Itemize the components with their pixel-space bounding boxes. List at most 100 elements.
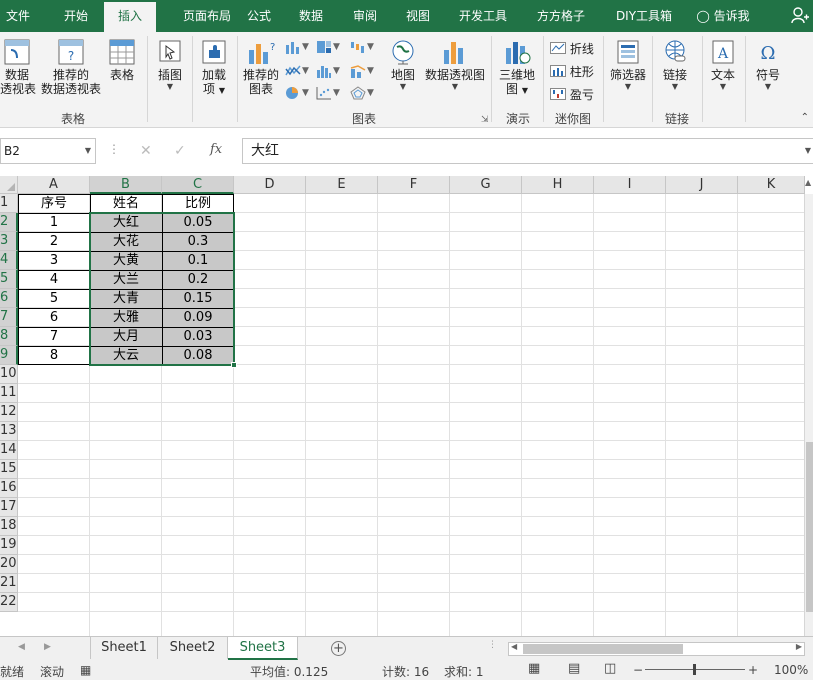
more-options-icon[interactable]: ⋮ [488,640,497,650]
cancel-icon[interactable]: ✕ [140,143,152,159]
tab-review[interactable]: 审阅 [344,0,386,32]
column-header[interactable]: J [666,176,738,194]
scroll-right-icon[interactable]: ▶ [796,642,802,651]
maps-button[interactable]: 地图 ▼ [386,38,420,92]
zoom-out-button[interactable]: − [633,663,643,677]
3d-map-button[interactable]: 三维地 图 ▼ [496,38,538,98]
row-header[interactable]: 11 [0,384,18,403]
page-layout-view-icon[interactable]: ▤ [568,661,580,676]
tell-me-search[interactable]: ◯ 告诉我 [692,0,754,32]
row-header[interactable]: 16 [0,479,18,498]
tab-view[interactable]: 视图 [397,0,439,32]
normal-view-icon[interactable]: ▦ [528,661,540,676]
row-header[interactable]: 8 [0,327,18,346]
row-header[interactable]: 10 [0,365,18,384]
worksheet-grid[interactable]: A B C D E F G H I J K 1 2 3 4 5 6 7 8 9 10 11 12 13 14 15 16 17 18 19… [0,176,813,636]
selection-range[interactable] [89,212,235,366]
sheet-tab-sheet1[interactable]: Sheet1 [90,637,158,659]
vertical-scrollbar[interactable] [804,194,813,636]
add-sheet-button[interactable]: + [331,641,346,656]
collapse-ribbon-icon[interactable]: ⌃ [801,112,809,123]
row-header[interactable]: 1 [0,194,18,213]
dialog-launcher-icon[interactable]: ⇲ [481,115,489,125]
row-header[interactable]: 4 [0,251,18,270]
row-header[interactable]: 13 [0,422,18,441]
row-header[interactable]: 5 [0,270,18,289]
tab-formulas[interactable]: 公式 [238,0,280,32]
chevron-down-icon[interactable]: ▼ [805,139,811,163]
row-header[interactable]: 12 [0,403,18,422]
recommended-charts-button[interactable]: ? 推荐的 图表 [240,38,282,96]
row-header[interactable]: 2 [0,213,18,232]
zoom-in-button[interactable]: + [748,663,758,677]
line-chart-icon[interactable] [285,64,301,78]
pie-chart-icon[interactable] [285,86,301,100]
column-header[interactable]: H [522,176,594,194]
row-header[interactable]: 14 [0,441,18,460]
zoom-level[interactable]: 100% [774,663,808,677]
radar-chart-icon[interactable] [350,86,366,100]
row-header[interactable]: 17 [0,498,18,517]
filters-button[interactable]: 筛选器 ▼ [606,38,650,92]
column-header[interactable]: K [738,176,805,194]
insert-function-button[interactable]: fx [210,142,222,157]
column-header[interactable]: E [306,176,378,194]
next-sheet-icon[interactable]: ▶ [44,642,51,652]
chevron-down-icon[interactable]: ▼ [367,66,374,76]
column-header[interactable]: D [234,176,306,194]
recommended-pivot-button[interactable]: ? 推荐的 数据透视表 [40,38,102,96]
sparkline-column-button[interactable]: 柱形 [550,63,594,80]
pivot-table-button[interactable]: 数据 透视表 [0,38,36,96]
sparkline-line-button[interactable]: 折线 [550,40,594,57]
chevron-down-icon[interactable]: ▼ [333,42,340,52]
page-break-view-icon[interactable]: ◫ [604,661,616,676]
row-header[interactable]: 20 [0,555,18,574]
vertical-scroll-thumb[interactable] [806,442,813,612]
tab-insert[interactable]: 插入 [104,2,156,32]
column-chart-icon[interactable] [285,40,301,54]
row-header[interactable]: 7 [0,308,18,327]
column-header[interactable]: B [90,176,162,194]
tab-diy-toolbox[interactable]: DIY工具箱 [608,0,680,32]
addins-button[interactable]: 加载 项 ▼ [196,38,232,98]
scroll-left-icon[interactable]: ◀ [511,642,517,651]
text-button[interactable]: A 文本 ▼ [705,38,741,92]
sheet-tab-sheet3[interactable]: Sheet3 [228,637,298,660]
illustrations-button[interactable]: 插图 ▼ [152,38,188,92]
tab-file[interactable]: 文件 [0,0,36,32]
tab-fangfang[interactable]: 方方格子 [530,0,592,32]
chevron-down-icon[interactable]: ▼ [302,88,309,98]
symbols-button[interactable]: Ω 符号 ▼ [750,38,786,92]
horizontal-scrollbar[interactable]: ◀ ▶ [508,642,805,656]
row-header[interactable]: 21 [0,574,18,593]
statistic-chart-icon[interactable] [316,64,332,78]
column-header[interactable]: I [594,176,666,194]
row-header[interactable]: 19 [0,536,18,555]
chevron-down-icon[interactable]: ▼ [367,88,374,98]
row-header[interactable]: 3 [0,232,18,251]
waterfall-chart-icon[interactable] [350,40,366,54]
row-header[interactable]: 6 [0,289,18,308]
row-header[interactable]: 22 [0,593,18,612]
tab-data[interactable]: 数据 [290,0,332,32]
column-header[interactable]: F [378,176,450,194]
share-user-icon[interactable] [791,6,809,24]
scroll-up-icon[interactable]: ▲ [805,178,811,187]
formula-input[interactable]: 大红 ▼ [242,138,813,164]
chevron-down-icon[interactable]: ▼ [333,88,340,98]
select-all-button[interactable] [0,176,18,194]
tab-home[interactable]: 开始 [52,0,100,32]
chevron-down-icon[interactable]: ▼ [333,66,340,76]
row-header[interactable]: 9 [0,346,18,365]
row-header[interactable]: 15 [0,460,18,479]
fill-handle[interactable] [231,362,237,368]
chevron-down-icon[interactable]: ▼ [302,42,309,52]
column-header[interactable]: G [450,176,522,194]
macro-record-icon[interactable]: ▦ [80,663,91,677]
prev-sheet-icon[interactable]: ◀ [18,642,25,652]
pivot-chart-button[interactable]: 数据透视图 ▼ [423,38,487,92]
row-header[interactable]: 18 [0,517,18,536]
column-header[interactable]: A [18,176,90,194]
hierarchy-chart-icon[interactable] [316,40,332,54]
chevron-down-icon[interactable]: ▼ [367,42,374,52]
